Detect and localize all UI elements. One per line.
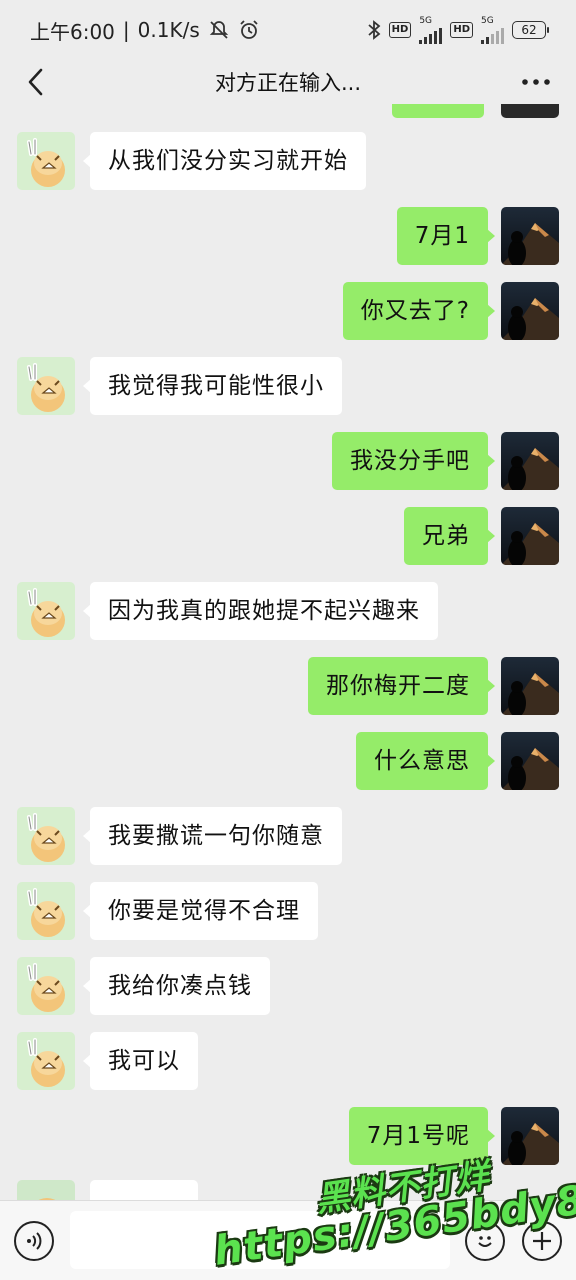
sim2-hd-badge: HD [450, 22, 473, 38]
mute-alarm-icon [208, 19, 230, 41]
message-bubble[interactable]: 你要是觉得不合理 [83, 882, 318, 940]
sim2-signal: 5G [481, 15, 504, 44]
received-message: 从我们没分实习就开始 [0, 132, 576, 192]
back-arrow-icon [28, 68, 43, 96]
partial-avatar [17, 1180, 75, 1200]
received-message: 因为我真的跟她提不起兴趣来 [0, 582, 576, 642]
contact-avatar[interactable] [17, 1032, 75, 1090]
sent-message: 你又去了? [0, 282, 576, 342]
signal-icon [481, 26, 504, 44]
partial-received-bubble [90, 1180, 198, 1200]
back-button[interactable] [18, 64, 54, 100]
sim1-net-label: 5G [419, 15, 433, 26]
my-avatar[interactable] [501, 432, 559, 490]
sent-message: 那你梅开二度 [0, 657, 576, 717]
contact-avatar[interactable] [17, 582, 75, 640]
status-net-speed: 0.1K/s [137, 18, 200, 42]
received-message: 你要是觉得不合理 [0, 882, 576, 942]
sent-message: 7月1 [0, 207, 576, 267]
sim1-signal: 5G [419, 15, 443, 44]
contact-avatar[interactable] [17, 957, 75, 1015]
message-bubble[interactable]: 你又去了? [342, 282, 496, 340]
message-bubble[interactable]: 7月1 [396, 207, 496, 265]
my-avatar[interactable] [501, 657, 559, 715]
message-bubble[interactable]: 因为我真的跟她提不起兴趣来 [83, 582, 438, 640]
received-message: 我可以 [0, 1032, 576, 1092]
bluetooth-icon [367, 20, 381, 40]
voice-icon [27, 1232, 42, 1250]
voice-button[interactable] [14, 1221, 54, 1261]
message-bubble[interactable]: 什么意思 [356, 732, 495, 790]
message-bubble[interactable]: 我没分手吧 [332, 432, 495, 490]
message-bubble[interactable]: 我要撒谎一句你随意 [83, 807, 342, 865]
more-dots-icon [522, 79, 550, 85]
chat-title: 对方正在输入... [214, 71, 362, 95]
message-bubble[interactable]: 兄弟 [404, 507, 495, 565]
nav-bar: 对方正在输入... [0, 60, 576, 104]
contact-avatar[interactable] [17, 132, 75, 190]
my-avatar[interactable] [501, 282, 559, 340]
chat-area[interactable]: 从我们没分实习就开始 7月1 你又去了? 我觉得我可能性很小我没分手吧兄弟因为我真的跟… [0, 104, 576, 1200]
message-bubble[interactable]: 我可以 [83, 1032, 198, 1090]
status-right: HD 5G HD 5G 62 [367, 15, 549, 44]
status-bar: 上午6:00 | 0.1K/s HD 5G HD 5G 62 [0, 0, 576, 60]
battery-icon: 62 [512, 21, 549, 39]
status-time: 上午6:00 [30, 19, 115, 44]
sent-message: 什么意思 [0, 732, 576, 792]
my-avatar[interactable] [501, 207, 559, 265]
status-separator: | [122, 18, 130, 42]
message-bubble[interactable]: 那你梅开二度 [308, 657, 495, 715]
message-bubble[interactable]: 我觉得我可能性很小 [83, 357, 342, 415]
contact-avatar[interactable] [17, 882, 75, 940]
alarm-clock-icon [238, 19, 260, 41]
my-avatar[interactable] [501, 732, 559, 790]
signal-icon [419, 26, 443, 44]
sent-message: 我没分手吧 [0, 432, 576, 492]
received-message: 我觉得我可能性很小 [0, 357, 576, 417]
contact-avatar[interactable] [17, 807, 75, 865]
received-message: 我给你凑点钱 [0, 957, 576, 1017]
status-left: 上午6:00 | 0.1K/s [30, 16, 260, 45]
sim1-hd-badge: HD [388, 22, 412, 38]
battery-level: 62 [521, 23, 537, 37]
message-bubble[interactable]: 我给你凑点钱 [83, 957, 270, 1015]
received-message: 我要撒谎一句你随意 [0, 807, 576, 867]
sim2-net-label: 5G [481, 15, 494, 26]
contact-avatar[interactable] [17, 357, 75, 415]
my-avatar[interactable] [501, 507, 559, 565]
message-bubble[interactable]: 从我们没分实习就开始 [83, 132, 366, 190]
sent-message: 兄弟 [0, 507, 576, 567]
more-button[interactable] [518, 64, 554, 100]
